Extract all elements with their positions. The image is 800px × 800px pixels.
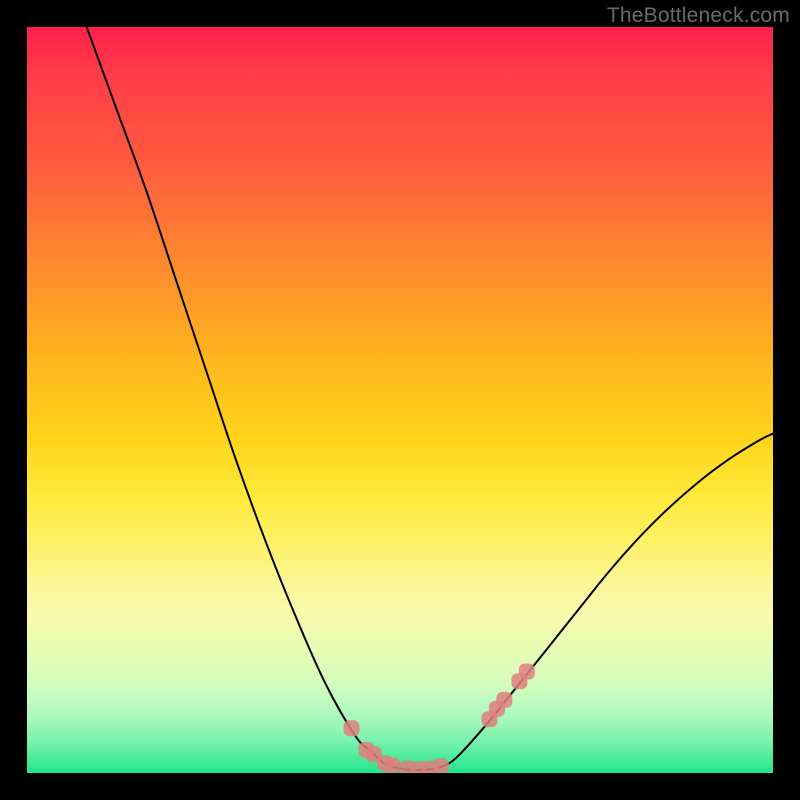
curve-layer	[27, 27, 773, 773]
curve-marker	[344, 720, 360, 736]
curve-markers	[344, 664, 535, 774]
bottleneck-curve	[87, 27, 773, 770]
plot-area	[27, 27, 773, 773]
curve-marker	[519, 664, 535, 680]
curve-marker	[496, 692, 512, 708]
watermark-text: TheBottleneck.com	[607, 4, 790, 28]
chart-frame: TheBottleneck.com	[0, 0, 800, 800]
curve-marker	[433, 758, 449, 773]
curve-marker	[385, 758, 401, 774]
